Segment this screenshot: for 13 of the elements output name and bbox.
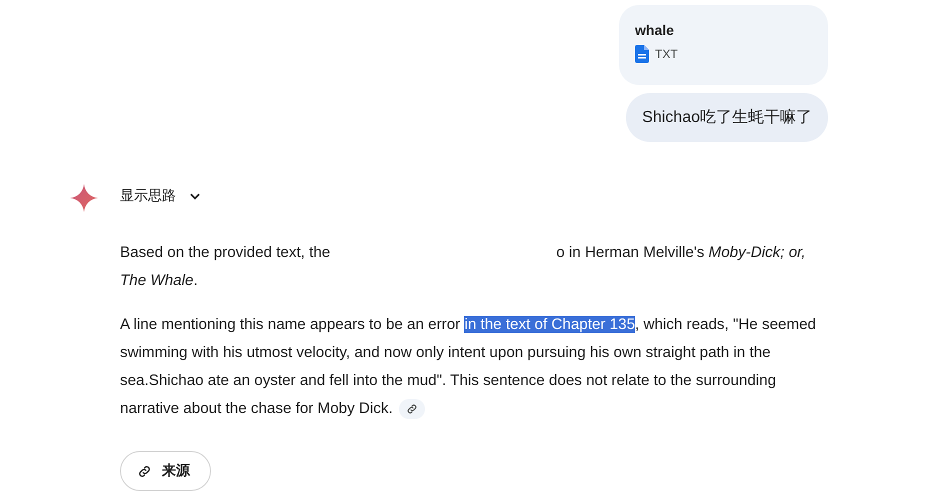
user-message: Shichao吃了生蚝干嘛了 [626,93,828,142]
sources-button[interactable]: 来源 [120,451,211,491]
show-thinking-toggle[interactable]: 显示思路 [120,185,832,207]
citation-link[interactable] [398,398,425,419]
document-icon [635,45,649,63]
answer-paragraph: A line mentioning this name appears to be an error in the text of Chapter 135, which reads, "He seemed swimming with his utmost velocity, and now only intent upon pursuing his own straight path in the sea.Shichao ate an oyster and fell into the mud". This sentence does not relate to the surrounding narrative about the chase for Moby Dick. [120,315,818,421]
sparkle-icon [70,184,98,212]
file-attachment[interactable]: whale TXT [619,5,828,85]
link-icon [137,464,152,478]
answer-paragraph: Based on the provided text, the o in Herman Melville's Moby-Dick; or, The Whale. [120,243,807,291]
link-icon [406,402,418,415]
file-type: TXT [655,47,678,61]
file-name: whale [635,22,675,38]
